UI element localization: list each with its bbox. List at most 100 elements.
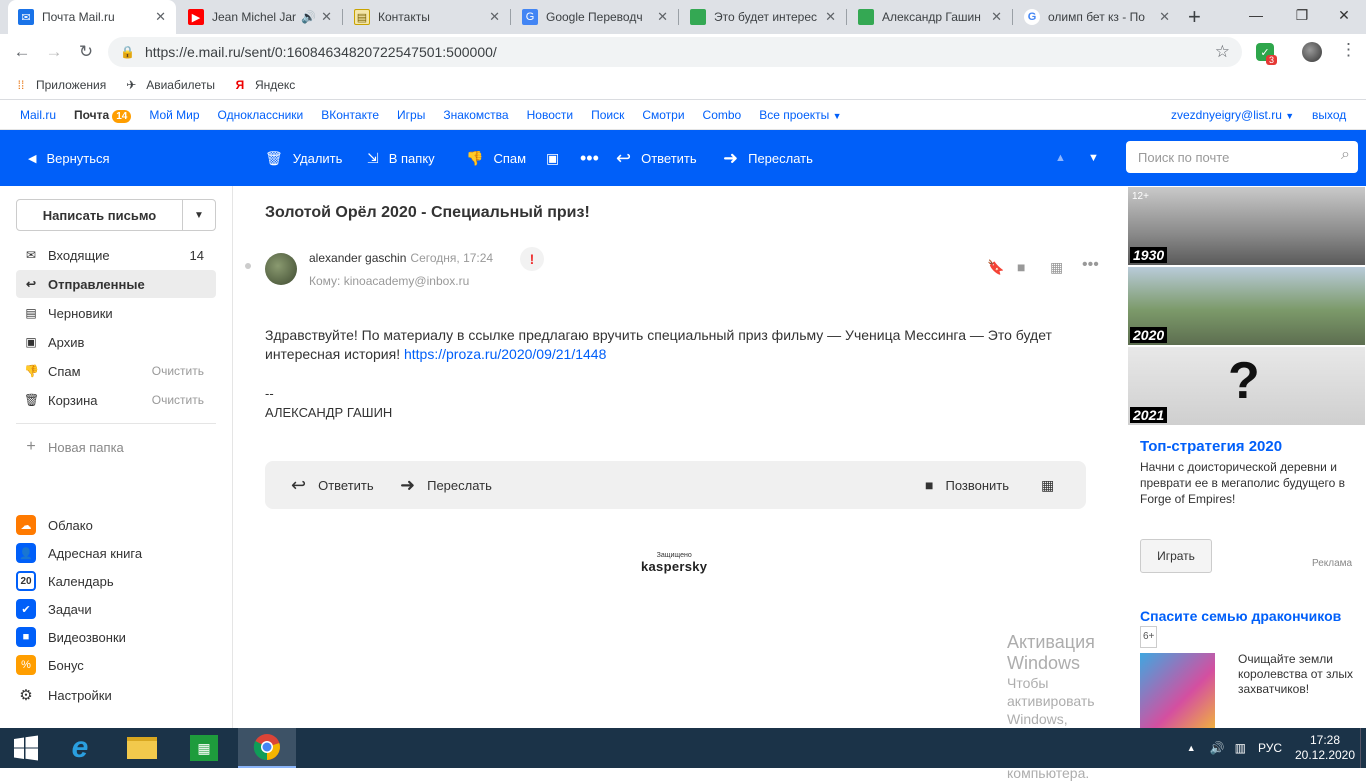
store-icon[interactable]: ▦ [178,728,230,768]
folder-sent[interactable]: ↩ Отправленные [16,270,216,298]
service-bonus[interactable]: % Бонус [16,653,84,677]
window-close-button[interactable]: ✕ [1322,0,1366,30]
tray-up-arrow-icon[interactable]: ▲ [1187,743,1196,753]
quick-reply-button[interactable]: ↩ Ответить [291,461,374,509]
user-email-menu[interactable]: zvezdnyeigry@list.ru ▼ [1171,108,1294,122]
close-icon[interactable]: ✕ [825,9,836,25]
more-dots-icon[interactable]: ••• [1082,256,1099,274]
prev-message-button[interactable]: ▲ [1055,130,1066,186]
next-message-button[interactable]: ▼ [1088,130,1099,186]
windows-start-icon[interactable] [0,728,52,768]
portal-link-mail[interactable]: Почта 14 [74,108,132,123]
speaker-icon[interactable]: 🔊 [301,10,316,24]
menu-dots-icon[interactable]: ⋮ [1340,40,1357,60]
back-button[interactable]: ◀ Вернуться [28,130,110,186]
service-tasks[interactable]: ✔ Задачи [16,597,92,621]
language-indicator[interactable]: РУС [1258,741,1282,755]
tab-mail[interactable]: ✉ Почта Mail.ru ✕ [8,0,176,34]
avatar[interactable] [265,253,297,285]
folder-inbox[interactable]: ✉ Входящие 14 [16,241,216,269]
archive-button[interactable]: ▣ [546,130,569,186]
service-calendar[interactable]: 20 Календарь [16,569,114,593]
portal-link-mailru[interactable]: Mail.ru [20,108,56,122]
close-icon[interactable]: ✕ [1159,9,1170,25]
bookmark-flights[interactable]: ✈ Авиабилеты [124,78,215,92]
spam-button[interactable]: 👎 Спам [466,130,526,186]
address-bar[interactable]: 🔒 https://e.mail.ru/sent/0:1608463482072… [108,37,1242,67]
reload-icon[interactable]: ↻ [74,40,98,64]
schedule-button[interactable]: ▦ [1041,461,1066,509]
tab-page-interesting[interactable]: Это будет интерес ✕ [680,0,846,34]
call-button[interactable]: ■ Позвонить [925,461,1009,509]
unread-dot[interactable] [245,263,251,269]
mail-search-input[interactable]: Поиск по почте ⌕ [1126,141,1358,173]
portal-link-vk[interactable]: ВКонтакте [321,108,379,122]
clock[interactable]: 17:28 20.12.2020 [1290,733,1360,763]
show-desktop-button[interactable] [1360,728,1366,768]
calendar-icon[interactable]: ▦ [1050,259,1063,276]
tab-translate[interactable]: G Google Переводч ✕ [512,0,678,34]
sender-name[interactable]: alexander gaschin [309,251,406,265]
play-button[interactable]: Играть [1140,539,1212,573]
restore-button[interactable]: ❐ [1280,0,1324,30]
portal-link-dating[interactable]: Знакомства [443,108,508,122]
portal-link-combo[interactable]: Combo [703,108,742,122]
folder-archive[interactable]: ▣ Архив [16,328,216,356]
more-button[interactable]: ••• [580,130,609,186]
compose-button[interactable]: Написать письмо ▼ [16,199,216,231]
network-icon[interactable]: ▥ [1235,741,1246,755]
ad-text[interactable]: Начни с доисторической деревни и преврат… [1140,459,1360,507]
portal-link-games[interactable]: Игры [397,108,425,122]
folder-drafts[interactable]: ▤ Черновики [16,299,216,327]
portal-link-search[interactable]: Поиск [591,108,624,122]
tab-youtube[interactable]: ▶ Jean Michel Jar 🔊 ✕ [178,0,342,34]
reply-button[interactable]: ↩ Ответить [616,130,697,186]
close-icon[interactable]: ✕ [489,9,500,25]
tab-google-search[interactable]: G олимп бет кз - По ✕ [1014,0,1180,34]
delete-button[interactable]: 🗑 Удалить [265,130,342,186]
folder-trash[interactable]: 🗑 Корзина Очистить [16,386,216,414]
portal-link-myworld[interactable]: Мой Мир [149,108,199,122]
close-icon[interactable]: ✕ [321,9,332,25]
ad-image-1930[interactable]: 12+ 1930 [1128,187,1365,265]
minimize-button[interactable]: — [1234,0,1278,30]
volume-icon[interactable]: 🔊 [1210,741,1225,755]
caret-down-icon[interactable]: ▼ [183,210,215,221]
clear-trash-button[interactable]: Очистить [152,393,204,407]
important-flag-icon[interactable]: ! [520,247,544,271]
ad-image-2021[interactable]: ? 2021 [1128,347,1365,425]
tab-contacts[interactable]: ▤ Контакты ✕ [344,0,510,34]
file-explorer-icon[interactable] [116,728,168,768]
star-icon[interactable]: ☆ [1215,42,1230,62]
portal-link-news[interactable]: Новости [527,108,573,122]
settings-link[interactable]: ⚙ Настройки [16,683,111,707]
ad2-image[interactable] [1140,653,1215,728]
clear-spam-button[interactable]: Очистить [152,364,204,378]
move-to-folder-button[interactable]: ⇲ В папку [367,130,435,186]
new-folder-button[interactable]: + Новая папка [16,433,216,461]
message-link[interactable]: https://proza.ru/2020/09/21/1448 [404,346,606,362]
portal-link-watch[interactable]: Смотри [642,108,684,122]
chrome-icon[interactable] [238,728,296,768]
close-icon[interactable]: ✕ [155,9,166,25]
tab-page-gashin[interactable]: Александр Гашин ✕ [848,0,1012,34]
portal-link-ok[interactable]: Одноклассники [218,108,304,122]
folder-spam[interactable]: 👎 Спам Очистить [16,357,216,385]
service-cloud[interactable]: ☁ Облако [16,513,93,537]
ad-image-2020[interactable]: 2020 [1128,267,1365,345]
back-arrow-icon[interactable]: ← [10,40,34,64]
ad-title[interactable]: Топ-стратегия 2020 [1140,438,1282,455]
forward-arrow-icon[interactable]: → [42,40,66,64]
forward-button[interactable]: ➜ Переслать [723,130,813,186]
logout-link[interactable]: выход [1312,108,1346,122]
ad2-text[interactable]: Очищайте земли королевства от злых захва… [1238,652,1362,697]
portal-link-all-projects[interactable]: Все проекты ▼ [759,108,841,122]
quick-forward-button[interactable]: ➜ Переслать [400,461,492,509]
close-icon[interactable]: ✕ [991,9,1002,25]
bookmark-yandex[interactable]: Я Яндекс [233,78,296,92]
internet-explorer-icon[interactable]: e [54,728,106,768]
bookmark-icon[interactable]: 🔖 [987,259,1004,276]
video-call-icon[interactable]: ■ [1017,259,1025,275]
ad2-title[interactable]: Спасите семью дракончиков 6+ [1140,606,1360,649]
search-icon[interactable]: ⌕ [1341,146,1350,164]
